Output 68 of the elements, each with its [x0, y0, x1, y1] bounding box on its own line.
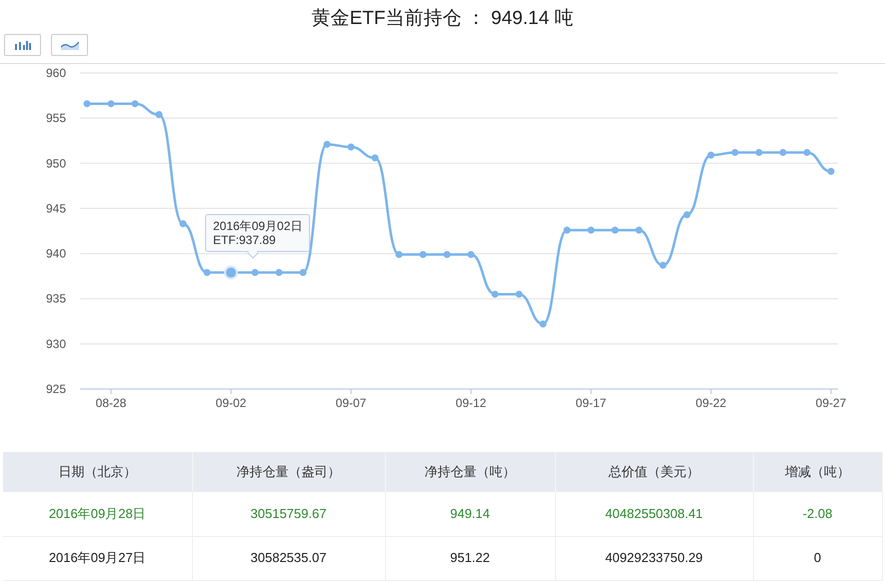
- data-point: [684, 211, 690, 218]
- data-point: [84, 100, 90, 108]
- x-axis-label: 09-12: [456, 396, 486, 410]
- table-cell: 2016年09月27日: [3, 536, 192, 580]
- highlighted-point: [224, 266, 238, 280]
- y-axis-label: 935: [46, 292, 66, 306]
- x-axis-label: 09-22: [696, 396, 726, 410]
- data-point: [276, 269, 282, 276]
- column-header: 日期（北京）: [3, 452, 192, 492]
- table-cell: 951.22: [385, 536, 555, 580]
- y-axis-label: 945: [46, 201, 66, 216]
- data-point: [396, 250, 402, 258]
- y-axis-label: 955: [46, 111, 66, 126]
- data-point: [804, 148, 810, 156]
- data-point: [564, 226, 570, 234]
- data-point: [588, 226, 594, 234]
- y-axis-label: 930: [46, 336, 66, 351]
- table-cell: 40482550308.41: [555, 492, 753, 536]
- y-axis-label: 950: [46, 156, 66, 170]
- table-cell: 40929233750.29: [555, 536, 753, 580]
- data-point: [204, 269, 210, 276]
- data-point: [660, 262, 666, 269]
- data-point: [372, 154, 378, 162]
- bar-chart-icon: [14, 40, 32, 50]
- data-point: [156, 111, 162, 118]
- chart-title: 黄金ETF当前持仓 ： 949.14 吨: [310, 6, 574, 31]
- table-cell: 30515759.67: [192, 492, 385, 536]
- data-point: [612, 226, 618, 234]
- table-cell: 30582535.07: [192, 536, 385, 580]
- bar-chart-button[interactable]: [4, 34, 41, 56]
- tooltip-text: 2016年09月02日 ETF:937.89: [213, 218, 302, 247]
- line-chart-icon: [60, 40, 78, 50]
- column-header: 增减（吨）: [753, 452, 882, 492]
- line-chart-button[interactable]: [51, 34, 88, 56]
- table-cell: 2016年09月28日: [3, 492, 192, 536]
- data-point: [636, 226, 642, 234]
- x-axis-label: 09-07: [336, 396, 366, 410]
- data-point: [492, 290, 498, 298]
- data-point: [732, 148, 738, 156]
- data-point: [180, 220, 186, 228]
- data-point: [756, 148, 762, 156]
- table-cell: 949.14: [385, 492, 555, 536]
- data-point: [132, 100, 138, 108]
- table-cell: -2.08: [753, 492, 882, 536]
- x-axis-label: 09-17: [576, 396, 606, 410]
- table-cell: 0: [753, 536, 882, 580]
- x-axis-label: 09-02: [216, 396, 246, 410]
- data-point: [348, 144, 354, 151]
- data-point: [108, 100, 114, 108]
- data-point: [468, 250, 474, 258]
- data-point: [708, 152, 714, 159]
- data-point: [540, 320, 546, 328]
- y-axis-label: 940: [46, 246, 66, 261]
- data-point: [444, 250, 450, 258]
- data-point: [324, 140, 330, 148]
- data-point: [828, 168, 834, 175]
- column-header: 净持仓量（吨）: [385, 452, 555, 492]
- x-axis-label: 08-28: [96, 396, 126, 410]
- y-axis-label: 960: [46, 66, 66, 80]
- column-header: 总价值（美元）: [555, 452, 753, 492]
- data-point: [420, 250, 426, 258]
- column-header: 净持仓量（盎司）: [192, 452, 385, 492]
- data-point: [300, 269, 306, 276]
- data-point: [252, 269, 258, 276]
- data-point: [780, 148, 786, 156]
- x-axis-label: 09-27: [816, 396, 846, 410]
- y-axis-label: 925: [46, 382, 66, 396]
- data-point: [516, 290, 522, 298]
